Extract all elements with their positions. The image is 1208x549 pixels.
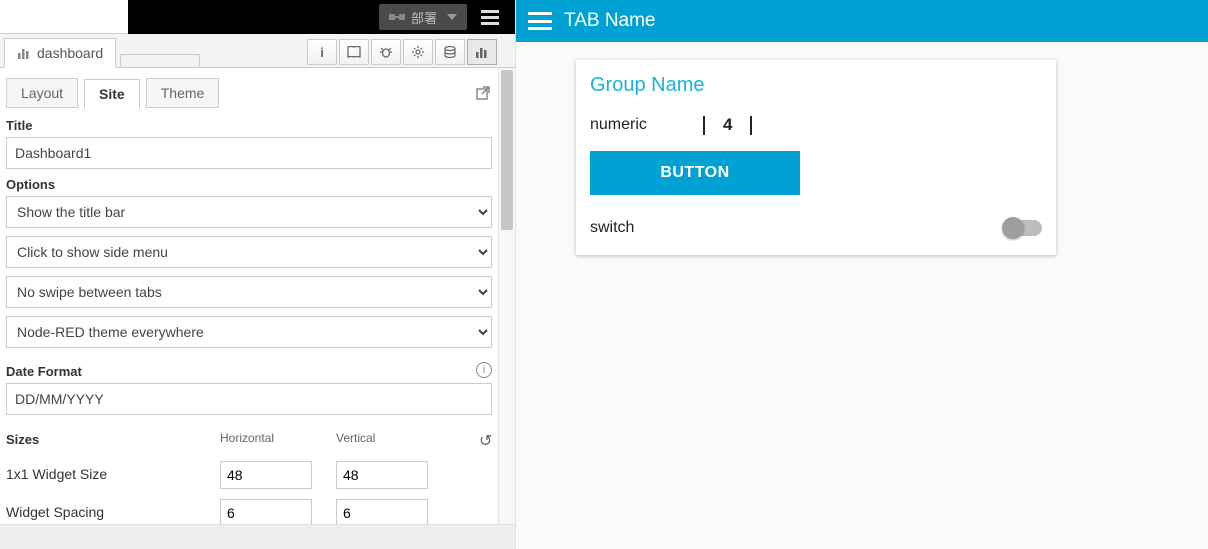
vertical-label: Vertical [336, 431, 452, 445]
dateformat-label: Date Format [6, 364, 82, 379]
tab-site[interactable]: Site [84, 79, 140, 109]
dashboard-button[interactable]: BUTTON [590, 151, 800, 195]
chevron-down-icon [703, 116, 705, 135]
reset-sizes-button[interactable]: ↻ [477, 431, 492, 451]
title-label: Title [6, 118, 492, 133]
deploy-button[interactable]: 部署 [379, 4, 467, 30]
numeric-increment-button[interactable] [750, 116, 752, 134]
bar-chart-icon [475, 46, 489, 58]
main-menu-button[interactable] [473, 4, 507, 30]
option-sidemenu-select[interactable]: Click to show side menu [6, 236, 492, 268]
database-icon [444, 46, 456, 58]
sizes-label: Sizes [6, 432, 39, 447]
group-card: Group Name numeric 4 BUTTON switch [576, 60, 1056, 255]
widget-v-input[interactable] [336, 461, 428, 489]
switch-toggle[interactable] [1004, 220, 1042, 236]
option-swipe-select[interactable]: No swipe between tabs [6, 276, 492, 308]
vertical-scrollbar[interactable] [498, 68, 515, 549]
deploy-icon [389, 11, 405, 23]
open-dashboard-button[interactable] [476, 86, 492, 100]
option-theme-select[interactable]: Node-RED theme everywhere [6, 316, 492, 348]
numeric-label: numeric [590, 116, 685, 134]
external-link-icon [476, 86, 490, 100]
numeric-value: 4 [723, 115, 732, 135]
tab-theme[interactable]: Theme [146, 78, 220, 108]
widget-h-input[interactable] [220, 461, 312, 489]
row-spacing-label: Widget Spacing [6, 504, 104, 520]
group-title: Group Name [590, 74, 1042, 97]
tab-layout[interactable]: Layout [6, 78, 78, 108]
tool-info-button[interactable]: i [307, 39, 337, 65]
tool-debug-button[interactable] [371, 39, 401, 65]
switch-label: switch [590, 219, 634, 237]
sidebar-tab-empty[interactable] [120, 54, 200, 68]
spacing-h-input[interactable] [220, 499, 312, 527]
dashboard-tab-title: TAB Name [564, 10, 656, 32]
dateformat-input[interactable] [6, 383, 492, 415]
numeric-decrement-button[interactable] [703, 116, 705, 134]
tool-dashboard-button[interactable] [467, 39, 497, 65]
horizontal-label: Horizontal [220, 431, 336, 445]
option-titlebar-select[interactable]: Show the title bar [6, 196, 492, 228]
info-icon[interactable]: i [476, 362, 492, 378]
bar-chart-icon [17, 47, 31, 59]
tool-config-button[interactable] [403, 39, 433, 65]
title-input[interactable] [6, 137, 492, 169]
book-icon [347, 46, 361, 58]
tool-help-button[interactable] [339, 39, 369, 65]
tool-context-button[interactable] [435, 39, 465, 65]
bug-icon [380, 46, 392, 58]
sidebar-tab-dashboard[interactable]: dashboard [4, 38, 116, 68]
deploy-label: 部署 [411, 8, 437, 27]
chevron-up-icon [750, 116, 752, 135]
chevron-down-icon [447, 14, 457, 20]
dashboard-menu-button[interactable] [528, 12, 552, 30]
spacing-v-input[interactable] [336, 499, 428, 527]
options-label: Options [6, 177, 492, 192]
gear-icon [412, 46, 424, 58]
row-widget-label: 1x1 Widget Size [6, 466, 107, 482]
sidebar-tab-label: dashboard [37, 45, 103, 61]
